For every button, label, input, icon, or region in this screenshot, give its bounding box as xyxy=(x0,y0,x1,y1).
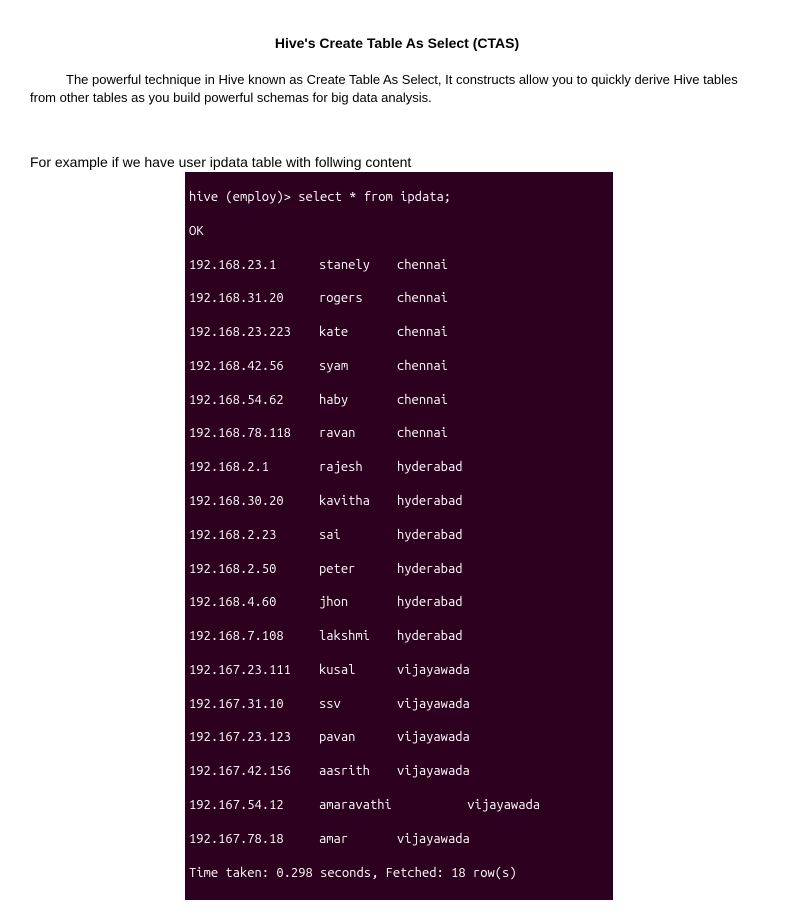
terminal-footer: Time taken: 0.298 seconds, Fetched: 18 r… xyxy=(189,865,609,882)
table-row: 192.168.2.1rajeshhyderabad xyxy=(189,459,609,476)
page-title: Hive's Create Table As Select (CTAS) xyxy=(30,35,764,51)
table-row: 192.168.78.118ravanchennai xyxy=(189,425,609,442)
example-lead: For example if we have user ipdata table… xyxy=(30,154,764,170)
table-row: 192.167.31.10ssvvijayawada xyxy=(189,696,609,713)
table-row: 192.168.23.223katechennai xyxy=(189,324,609,341)
table-row: 192.168.2.50peterhyderabad xyxy=(189,561,609,578)
intro-paragraph: The powerful technique in Hive known as … xyxy=(30,71,764,106)
table-row: 192.167.23.111kusalvijayawada xyxy=(189,662,609,679)
table-row: 192.168.42.56syamchennai xyxy=(189,358,609,375)
terminal-ok: OK xyxy=(189,223,609,240)
table-row: 192.168.31.20rogerschennai xyxy=(189,290,609,307)
table-row: 192.167.54.12amaravathi vijayawada xyxy=(189,797,609,814)
table-row: 192.168.23.1stanelychennai xyxy=(189,257,609,274)
table-row: 192.168.54.62habychennai xyxy=(189,392,609,409)
table-row: 192.167.23.123pavanvijayawada xyxy=(189,729,609,746)
terminal-output: hive (employ)> select * from ipdata; OK … xyxy=(185,172,613,900)
table-row: 192.168.4.60jhonhyderabad xyxy=(189,594,609,611)
terminal-prompt: hive (employ)> select * from ipdata; xyxy=(189,189,609,206)
table-row: 192.167.78.18amarvijayawada xyxy=(189,831,609,848)
table-row: 192.168.30.20kavithahyderabad xyxy=(189,493,609,510)
table-row: 192.167.42.156aasrithvijayawada xyxy=(189,763,609,780)
table-row: 192.168.2.23saihyderabad xyxy=(189,527,609,544)
table-row: 192.168.7.108lakshmihyderabad xyxy=(189,628,609,645)
